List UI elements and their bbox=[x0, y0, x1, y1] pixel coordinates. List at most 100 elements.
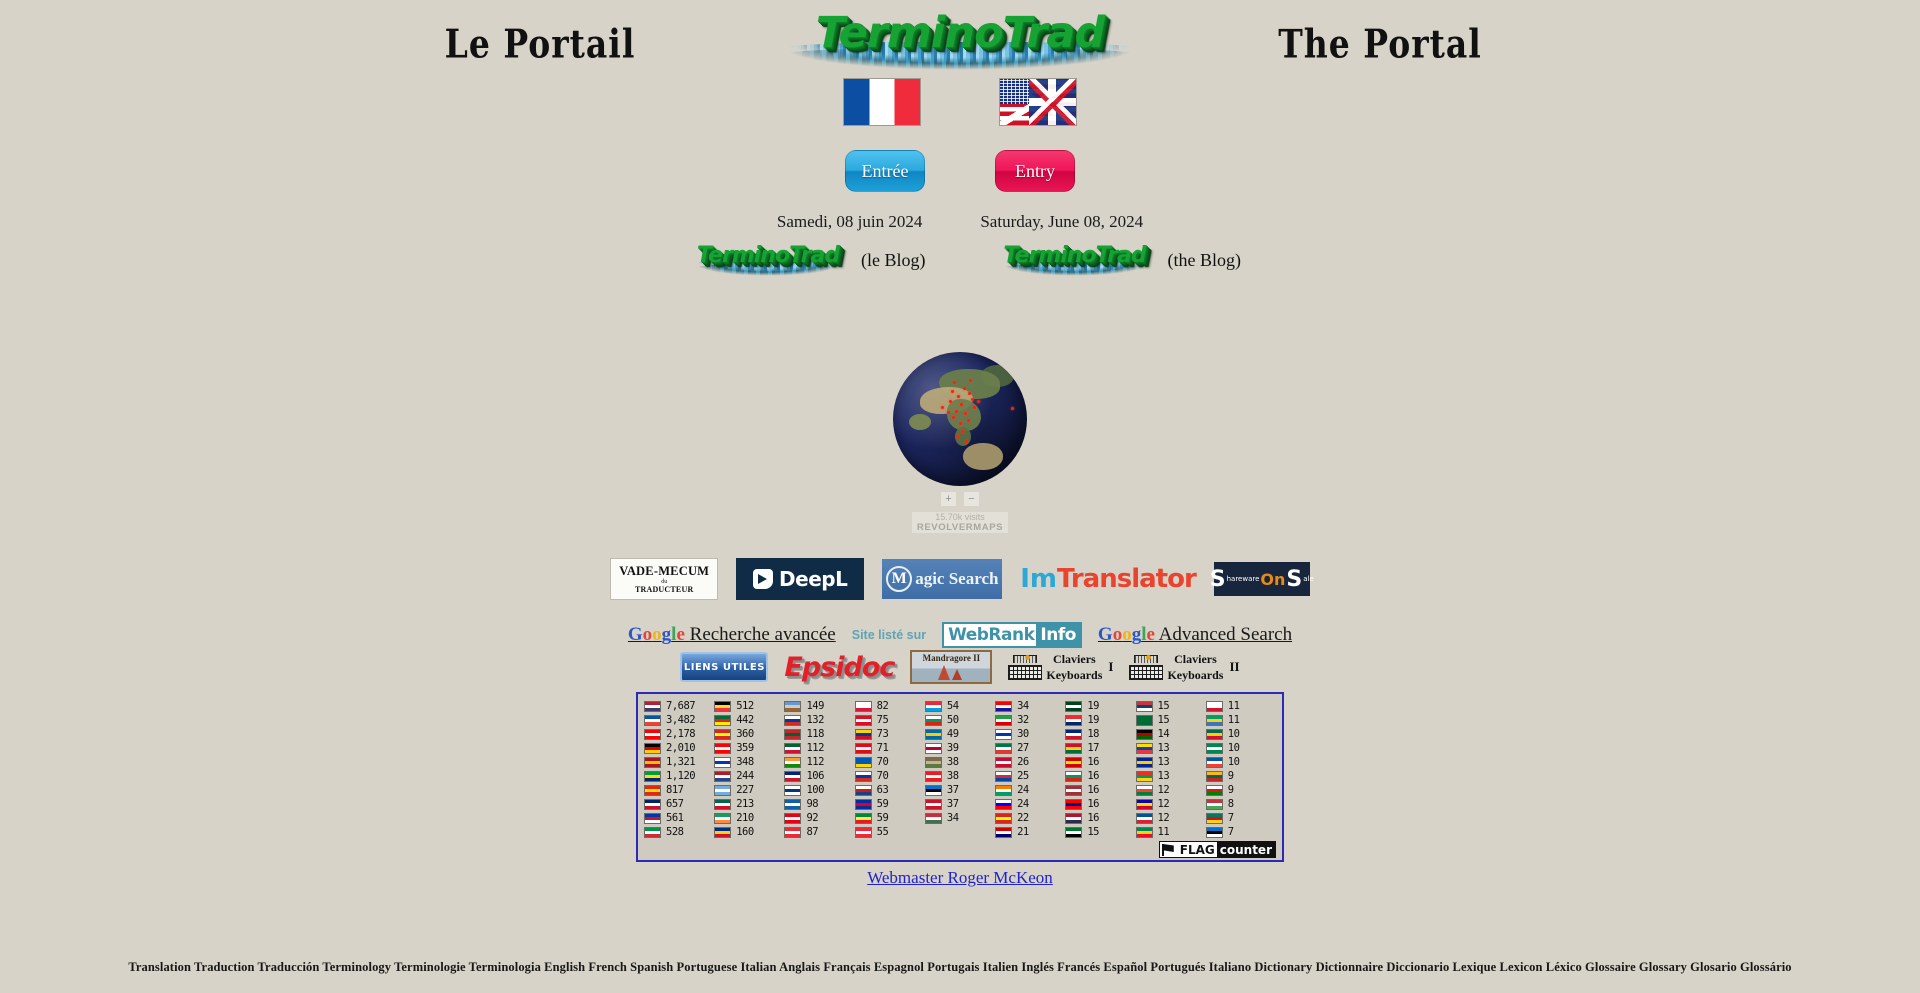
google-en-letter-o2: o bbox=[1122, 624, 1132, 645]
country-flag-icon bbox=[714, 714, 732, 726]
flag-counter-row: 118 bbox=[784, 727, 854, 741]
revolvermaps-brand: REVOLVERMAPS bbox=[911, 522, 1009, 533]
blog-link-fr[interactable]: TerminoTrad (le Blog) bbox=[679, 245, 926, 279]
flag-counter-column: 34 32 30 27 26 25 24 24 22 21 bbox=[995, 699, 1065, 839]
country-flag-icon bbox=[1135, 728, 1153, 740]
imtranslator-link[interactable]: Im Translator bbox=[1020, 560, 1197, 598]
country-visit-count: 512 bbox=[736, 700, 754, 712]
google-advanced-search-fr[interactable]: Google Recherche avancée bbox=[628, 624, 836, 646]
flag-counter-badge-counter: counter bbox=[1216, 842, 1275, 857]
epsidoc-logo[interactable]: Epsidoc bbox=[784, 652, 895, 683]
entry-button-fr[interactable]: Entrée bbox=[845, 150, 925, 192]
country-flag-icon bbox=[924, 798, 942, 810]
globe-icon[interactable] bbox=[893, 352, 1027, 486]
google-letter-o1: o bbox=[642, 624, 653, 645]
imtranslator-part2: Translator bbox=[1056, 564, 1197, 594]
keyboards-link-1[interactable]: Claviers Keyboards I bbox=[1008, 651, 1113, 683]
country-flag-icon bbox=[995, 826, 1013, 838]
flag-counter-widget[interactable]: 7,687 3,482 2,178 2,010 1,321 1,120 817 657 561 5… bbox=[636, 692, 1284, 862]
country-visit-count: 244 bbox=[736, 770, 754, 782]
country-flag-icon bbox=[644, 700, 661, 712]
flag-counter-row: 15 bbox=[1135, 713, 1206, 727]
flag-counter-row: 63 bbox=[854, 783, 925, 797]
entry-button-en[interactable]: Entry bbox=[995, 150, 1075, 192]
country-visit-count: 149 bbox=[806, 700, 824, 712]
country-visit-count: 27 bbox=[1017, 742, 1029, 754]
country-visit-count: 75 bbox=[876, 714, 889, 726]
flag-counter-row: 26 bbox=[995, 755, 1065, 769]
flag-counter-row: 11 bbox=[1205, 699, 1276, 713]
country-visit-count: 7 bbox=[1227, 812, 1234, 824]
us-uk-flag-icon[interactable] bbox=[999, 78, 1077, 126]
keyboard-icon bbox=[1008, 654, 1043, 680]
shareware-on-sale-link[interactable]: Shareware On Sale bbox=[1210, 560, 1314, 598]
blog-link-en[interactable]: TerminoTrad (the Blog) bbox=[985, 245, 1241, 279]
webrank-label: Site listé sur bbox=[851, 628, 927, 642]
keyboards-label-1: Claviers Keyboards bbox=[1046, 651, 1102, 683]
terminotrad-logo[interactable]: TerminoTrad bbox=[745, 12, 1175, 76]
deepl-label: DeepL bbox=[779, 567, 848, 591]
country-flag-icon bbox=[784, 714, 802, 726]
deepl-link[interactable]: DeepL bbox=[736, 558, 865, 600]
flag-counter-row: 34 bbox=[924, 811, 995, 825]
country-flag-icon bbox=[644, 742, 661, 754]
webmaster-link[interactable]: Webmaster Roger McKeon bbox=[867, 868, 1053, 887]
flag-counter-row: 10 bbox=[1205, 741, 1276, 755]
magic-search-link[interactable]: M agic Search bbox=[882, 559, 1003, 599]
country-visit-count: 37 bbox=[946, 784, 959, 796]
french-flag-icon[interactable] bbox=[843, 78, 921, 126]
magic-search-initial: M bbox=[886, 566, 913, 592]
flag-counter-row: 37 bbox=[924, 783, 995, 797]
keyboards-link-2[interactable]: Claviers Keyboards II bbox=[1129, 651, 1240, 683]
country-visit-count: 10 bbox=[1227, 756, 1240, 768]
globe-zoom-out-button[interactable]: − bbox=[964, 492, 979, 506]
deepl-mark-icon bbox=[753, 569, 774, 589]
globe-zoom-in-button[interactable]: + bbox=[941, 492, 956, 506]
country-visit-count: 348 bbox=[736, 756, 754, 768]
country-flag-icon bbox=[854, 770, 872, 782]
country-visit-count: 100 bbox=[806, 784, 824, 796]
country-visit-count: 210 bbox=[736, 812, 754, 824]
country-visit-count: 24 bbox=[1017, 798, 1029, 810]
flag-counter-row: 18 bbox=[1065, 727, 1135, 741]
mandragore-link[interactable]: Mandragore II bbox=[910, 650, 993, 684]
keyboard-icon-2 bbox=[1129, 654, 1164, 680]
flag-counter-row: 132 bbox=[784, 713, 854, 727]
flag-counter-row: 360 bbox=[714, 727, 784, 741]
country-flag-icon bbox=[784, 742, 802, 754]
flag-counter-row: 11 bbox=[1205, 713, 1276, 727]
flag-counter-row: 7 bbox=[1205, 825, 1276, 839]
flag-counter-row: 2,010 bbox=[644, 741, 714, 755]
country-visit-count: 16 bbox=[1087, 756, 1099, 768]
country-flag-icon bbox=[995, 700, 1013, 712]
country-visit-count: 2,010 bbox=[666, 742, 696, 754]
flag-counter-badge-flag: FLAG bbox=[1179, 842, 1215, 857]
country-flag-icon bbox=[854, 812, 872, 824]
country-flag-icon bbox=[995, 728, 1013, 740]
flag-counter-row: 59 bbox=[854, 811, 925, 825]
portal-page: Le Portail TerminoTrad The Portal Entrée… bbox=[0, 0, 1920, 993]
country-visit-count: 12 bbox=[1157, 784, 1170, 796]
country-flag-icon bbox=[784, 728, 802, 740]
revolvermaps-caption: 15.70k visits REVOLVERMAPS bbox=[911, 512, 1009, 533]
webrankinfo-badge[interactable]: WebRank Info bbox=[942, 622, 1082, 648]
flag-counter-row: 22 bbox=[995, 811, 1065, 825]
country-flag-icon bbox=[784, 812, 802, 824]
country-visit-count: 25 bbox=[1017, 770, 1029, 782]
search-links-row: Google Recherche avancée Site listé sur … bbox=[0, 622, 1920, 648]
liens-utiles-button[interactable]: LIENS UTILES bbox=[680, 652, 769, 682]
flag-counter-row: 15 bbox=[1135, 699, 1206, 713]
vade-mecum-link[interactable]: VADE-MECUM du TRADUCTEUR bbox=[610, 558, 719, 600]
google-advanced-search-en[interactable]: Google Advanced Search bbox=[1098, 624, 1292, 646]
tool-logos: VADE-MECUM du TRADUCTEUR DeepL M agic Se… bbox=[0, 558, 1920, 600]
revolvermaps-widget[interactable]: + − 15.70k visits REVOLVERMAPS bbox=[0, 352, 1920, 533]
country-visit-count: 34 bbox=[1017, 700, 1029, 712]
vade-mecum-line3: TRADUCTEUR bbox=[634, 585, 694, 594]
flag-counter-badge[interactable]: FLAG counter bbox=[644, 841, 1276, 858]
country-visit-count: 16 bbox=[1087, 770, 1099, 782]
country-flag-icon bbox=[784, 756, 802, 768]
flag-counter-row: 512 bbox=[714, 699, 784, 713]
country-flag-icon bbox=[644, 770, 661, 782]
country-visit-count: 442 bbox=[736, 714, 754, 726]
country-flag-icon bbox=[1065, 756, 1083, 768]
